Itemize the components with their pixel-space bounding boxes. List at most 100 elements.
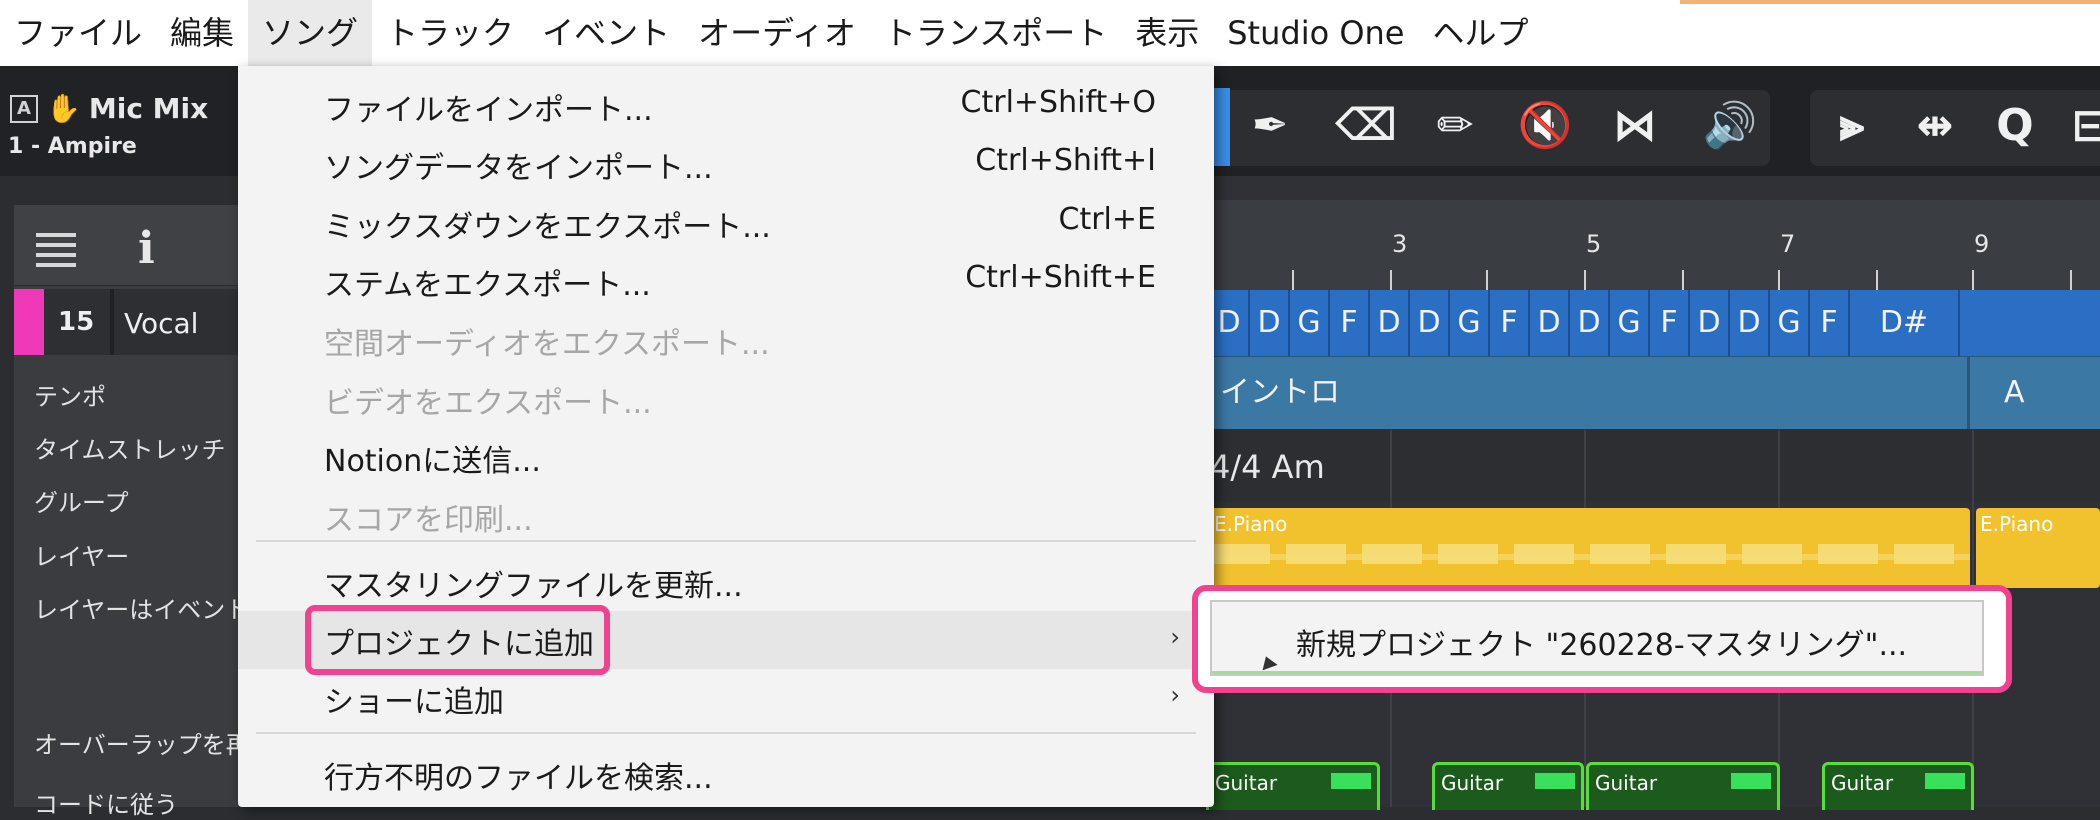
epiano-event[interactable]: E.Piano (1976, 508, 2100, 588)
mute-icon[interactable]: 🔇 (1515, 96, 1575, 156)
menu-separator (256, 732, 1196, 734)
chord-event[interactable]: D (1530, 290, 1570, 356)
ruler-bar-5: 5 (1586, 230, 1602, 258)
track-header-name: Mic Mix (88, 92, 209, 125)
chord-event[interactable]: D (1370, 290, 1410, 356)
event-label: Guitar (1595, 771, 1658, 795)
menu-item-export-mixdown[interactable]: ミックスダウンをエクスポート... Ctrl+E (238, 194, 1214, 252)
chevron-right-icon: › (1170, 681, 1180, 709)
menu-item-label: ソングデータをインポート... (324, 151, 713, 186)
ruler-tick (1972, 270, 1974, 290)
menu-item-export-video: ビデオをエクスポート... (238, 370, 1214, 428)
chord-event[interactable]: G (1450, 290, 1490, 356)
hand-icon[interactable]: ✋ (46, 92, 81, 125)
menu-item-label: スコアを印刷... (324, 503, 533, 538)
chord-event[interactable]: G (1770, 290, 1810, 356)
menu-track[interactable]: トラック (372, 0, 528, 66)
menu-song[interactable]: ソング (248, 0, 373, 66)
pen-nib-icon[interactable]: ✒ (1240, 96, 1300, 156)
menu-event[interactable]: イベント (528, 0, 684, 66)
chord-event[interactable]: F (1810, 290, 1850, 356)
menu-item-import-file[interactable]: ファイルをインポート... Ctrl+Shift+O (238, 77, 1214, 135)
menu-item-send-to-notion[interactable]: Notionに送信... (238, 428, 1214, 486)
menu-transport[interactable]: トランスポート (870, 0, 1121, 66)
chord-event[interactable]: D# (1850, 290, 1960, 356)
guitar-event[interactable]: Guitar (1822, 762, 1974, 810)
menu-file[interactable]: ファイル (0, 0, 156, 66)
epiano-event[interactable]: E.Piano (1210, 508, 1970, 588)
guitar-event[interactable]: Guitar (1432, 762, 1584, 810)
inspector-track[interactable]: 15 Vocal (14, 289, 240, 355)
chord-event[interactable]: D (1250, 290, 1290, 356)
chord-event[interactable]: G (1290, 290, 1330, 356)
menubar-accent (1680, 0, 2100, 4)
list-icon[interactable] (36, 233, 76, 273)
chevron-right-icon: › (1170, 623, 1180, 651)
selected-track-header: A ✋ Mic Mix 1 - Ampire (0, 66, 240, 176)
ruler-tick (1682, 270, 1684, 290)
menu-view[interactable]: 表示 (1121, 0, 1213, 66)
inspector-item-timestretch[interactable]: タイムストレッチ (34, 430, 226, 465)
inspector-item-group[interactable]: グループ (34, 483, 129, 518)
menu-item-add-to-show[interactable]: ショーに追加 › (238, 669, 1214, 727)
submenu-item-new-project[interactable]: 新規プロジェクト "260228-マスタリング"... (1296, 620, 1907, 664)
track-number: 15 (58, 307, 95, 337)
event-label: Guitar (1831, 771, 1894, 795)
track-color-swatch[interactable] (14, 289, 44, 355)
ruler-tick (1876, 270, 1878, 290)
event-label: E.Piano (1214, 512, 1288, 536)
snap-more-icon[interactable]: ⊟ (2060, 96, 2100, 156)
menu-help[interactable]: ヘルプ (1418, 0, 1542, 66)
timeline-ruler[interactable] (1210, 200, 2100, 290)
snap-events-icon[interactable]: ⇹ (1905, 96, 1965, 156)
menu-item-print-score: スコアを印刷... (238, 487, 1214, 545)
menu-item-shortcut: Ctrl+Shift+E (965, 260, 1156, 295)
menu-item-update-mastering-file[interactable]: マスタリングファイルを更新... (238, 553, 1214, 611)
inspector-item-tempo[interactable]: テンポ (34, 377, 106, 412)
quantize-icon[interactable]: Q (1985, 96, 2045, 156)
arranger-section-a[interactable]: A (1974, 357, 2100, 429)
event-label: Guitar (1215, 771, 1278, 795)
split-icon[interactable]: ⋈ (1605, 96, 1665, 156)
event-label: E.Piano (1980, 512, 2054, 536)
menu-item-import-song-data[interactable]: ソングデータをインポート... Ctrl+Shift+I (238, 135, 1214, 193)
signature-value[interactable]: 4/4 Am (1210, 448, 1325, 486)
add-to-project-submenu[interactable]: 新規プロジェクト "260228-マスタリング"... (1210, 600, 1984, 676)
event-level-bar (1731, 773, 1771, 789)
menu-separator (256, 540, 1196, 542)
guitar-event[interactable]: Guitar (1206, 762, 1380, 810)
menu-item-label: ファイルをインポート... (324, 93, 653, 128)
menu-item-find-missing-files[interactable]: 行方不明のファイルを検索... (238, 745, 1214, 803)
chord-event[interactable]: D (1690, 290, 1730, 356)
ruler-bar-3: 3 (1392, 230, 1408, 258)
chord-event[interactable]: F (1490, 290, 1530, 356)
menu-studio-one[interactable]: Studio One (1213, 0, 1418, 66)
menu-edit[interactable]: 編集 (156, 0, 248, 66)
chord-event[interactable]: F (1650, 290, 1690, 356)
chord-event[interactable]: D (1210, 290, 1250, 356)
speaker-icon[interactable]: 🔊 (1700, 96, 1760, 156)
menu-item-shortcut: Ctrl+Shift+O (960, 85, 1156, 120)
ruler-tick (1486, 270, 1488, 290)
snap-grid-icon[interactable]: ⫸ (1822, 96, 1882, 156)
menu-item-shortcut: Ctrl+Shift+I (975, 143, 1156, 178)
event-level-bar (1925, 773, 1965, 789)
inspector-item-follow-chords[interactable]: コードに従う (34, 785, 178, 820)
menu-item-label: ショーに追加 (324, 685, 504, 720)
chord-event[interactable]: F (1330, 290, 1370, 356)
chord-event[interactable]: D (1410, 290, 1450, 356)
chord-event[interactable]: D (1730, 290, 1770, 356)
arranger-section-intro[interactable]: イントロ (1210, 357, 1970, 429)
info-icon[interactable]: i (138, 223, 155, 274)
auto-badge[interactable]: A (10, 94, 38, 123)
menu-audio[interactable]: オーディオ (684, 0, 870, 66)
inspector-panel: i 15 Vocal テンポ タイムストレッチ グループ レイヤー レイヤーはイ… (14, 205, 274, 819)
eraser-icon[interactable]: ⌫ (1335, 96, 1397, 156)
guitar-event[interactable]: Guitar (1586, 762, 1780, 810)
inspector-item-layers[interactable]: レイヤー (34, 537, 129, 572)
menu-item-export-stems[interactable]: ステムをエクスポート... Ctrl+Shift+E (238, 252, 1214, 310)
pencil-icon[interactable]: ✏ (1425, 96, 1485, 156)
chord-event[interactable]: G (1610, 290, 1650, 356)
ruler-tick (2070, 270, 2072, 290)
chord-event[interactable]: D (1570, 290, 1610, 356)
